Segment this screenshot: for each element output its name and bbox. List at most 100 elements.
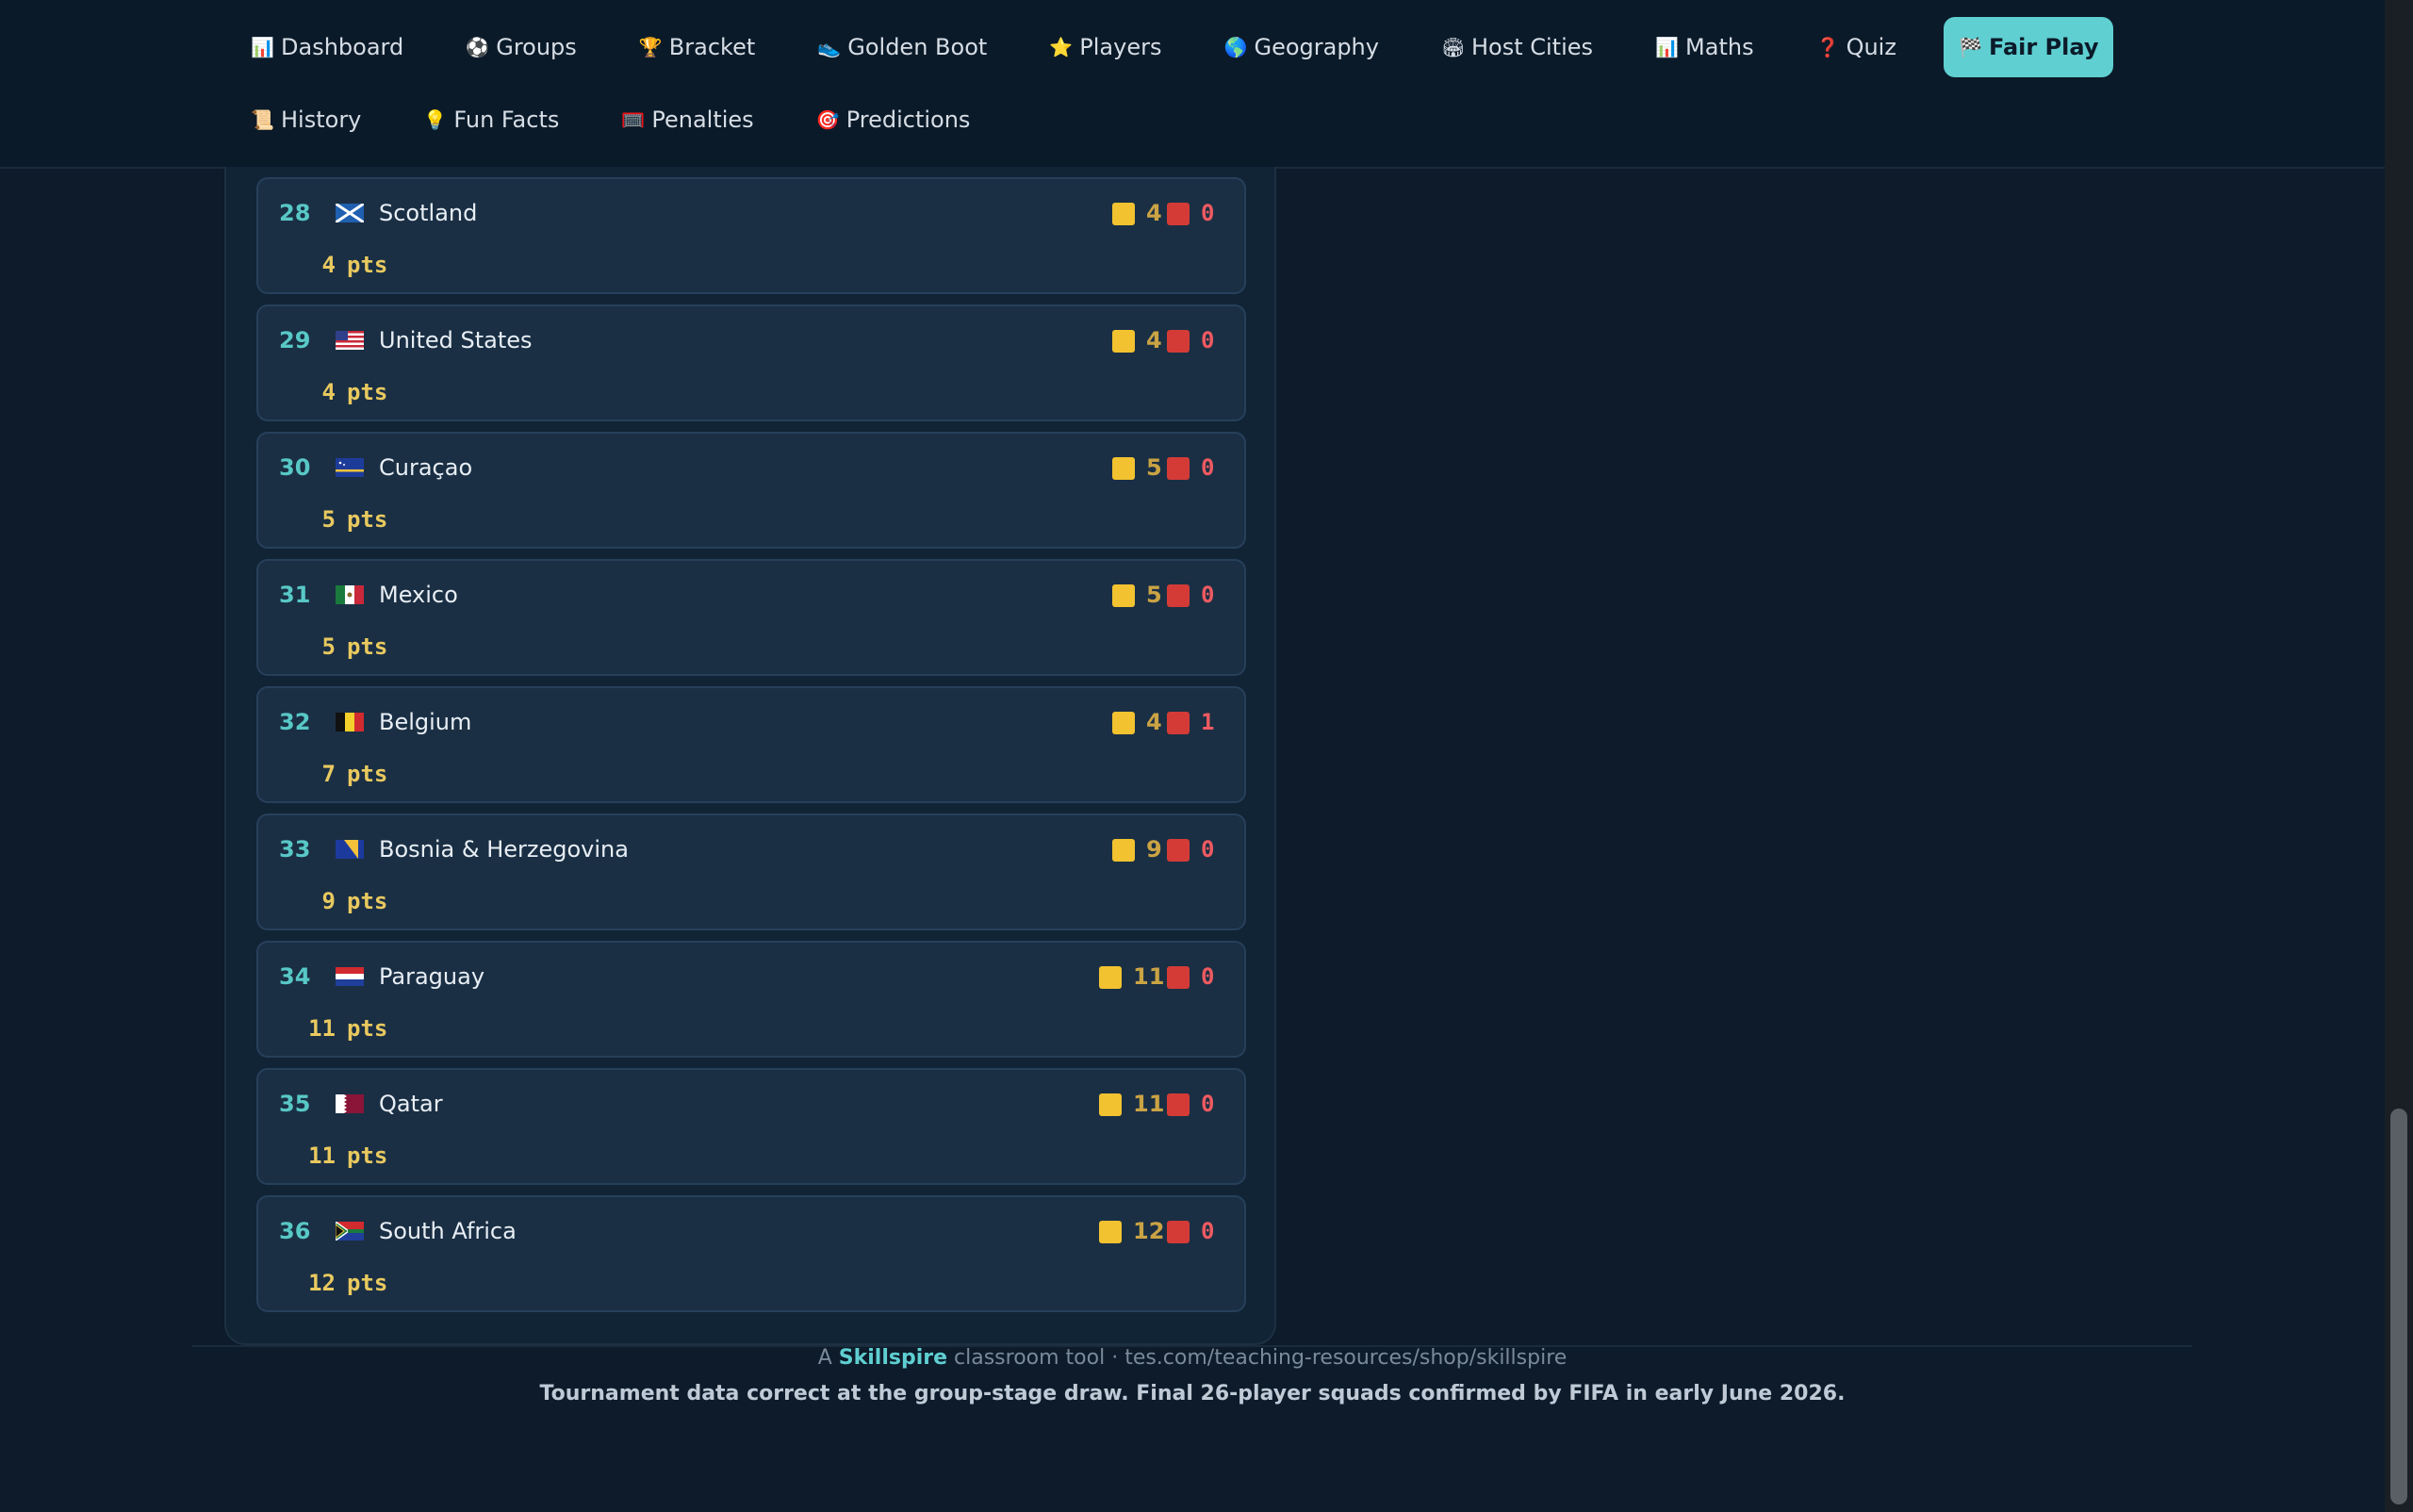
rank: 29 xyxy=(279,327,311,353)
tab-bracket[interactable]: 🏆 Bracket xyxy=(624,17,770,77)
team-name: Qatar xyxy=(379,1091,443,1117)
tab-players[interactable]: ⭐ Players xyxy=(1034,17,1176,77)
yellow-card-icon xyxy=(1112,330,1135,353)
tab-groups[interactable]: ⚽ Groups xyxy=(451,17,592,77)
team-row: 33 Bosnia & Herzegovina 9 0 9 pts xyxy=(256,814,1246,930)
rank: 28 xyxy=(279,200,311,226)
yellow-card-icon xyxy=(1112,712,1135,734)
yellow-card-count: 4 xyxy=(1146,200,1162,226)
question-icon: ❓ xyxy=(1815,36,1840,58)
fair-play-points: 4 xyxy=(321,379,336,405)
fair-play-points: 9 xyxy=(321,888,336,914)
flag-icon xyxy=(335,1220,364,1242)
red-card-count: 0 xyxy=(1201,1091,1215,1117)
yellow-card-icon xyxy=(1099,1221,1122,1243)
page-scrollbar[interactable] xyxy=(2385,0,2413,1512)
flag-icon xyxy=(336,458,364,477)
tab-history[interactable]: 📜 History xyxy=(236,90,376,150)
fair-play-points: 7 xyxy=(321,761,336,787)
red-card-icon xyxy=(1167,839,1190,862)
team-row: 31 Mexico 5 0 5 pts xyxy=(256,559,1246,676)
tab-label: Geography xyxy=(1254,34,1379,60)
flag-icon xyxy=(336,1094,364,1113)
flag-icon xyxy=(336,713,364,731)
rank: 34 xyxy=(279,963,311,990)
rank: 32 xyxy=(279,709,311,735)
rank: 36 xyxy=(279,1218,311,1244)
tab-label: Bracket xyxy=(668,34,756,60)
tab-penalties[interactable]: 🥅 Penalties xyxy=(606,90,768,150)
yellow-card-count: 4 xyxy=(1146,327,1162,353)
flag-icon xyxy=(336,331,364,350)
fair-play-points: 11 xyxy=(308,1142,336,1169)
points-label: pts xyxy=(347,506,388,533)
yellow-card-icon xyxy=(1112,457,1135,480)
tab-label: Quiz xyxy=(1846,34,1896,60)
tab-label: Players xyxy=(1079,34,1162,60)
team-row: 28 Scotland 4 0 4 pts xyxy=(256,177,1246,294)
tab-label: Dashboard xyxy=(281,34,404,60)
tab-fair-play[interactable]: 🏁 Fair Play xyxy=(1943,17,2114,77)
tab-dashboard[interactable]: 📊 Dashboard xyxy=(236,17,419,77)
bar-chart-icon: 📊 xyxy=(251,36,274,58)
flag-icon xyxy=(335,202,365,224)
tab-predictions[interactable]: 🎯 Predictions xyxy=(801,90,986,150)
tab-label: Host Cities xyxy=(1470,34,1594,60)
yellow-card-count: 5 xyxy=(1146,582,1162,608)
team-name: Belgium xyxy=(379,709,472,735)
points-label: pts xyxy=(347,1142,388,1169)
brand-link[interactable]: Skillspire xyxy=(839,1346,947,1370)
red-card-count: 0 xyxy=(1201,1218,1215,1244)
nav-row-primary: 📊 Dashboard ⚽ Groups 🏆 Bracket 👟 Golden Boot ⭐ Pl… xyxy=(236,17,2145,77)
yellow-card-count: 11 xyxy=(1133,963,1165,990)
fair-play-points: 5 xyxy=(321,633,336,660)
team-name: Bosnia & Herzegovina xyxy=(379,836,629,863)
lightbulb-icon: 💡 xyxy=(423,108,448,131)
team-row: 32 Belgium 4 1 7 pts xyxy=(256,686,1246,803)
tab-label: Predictions xyxy=(845,107,971,133)
tab-label: Penalties xyxy=(651,107,754,133)
tab-fun-facts[interactable]: 💡 Fun Facts xyxy=(408,90,574,150)
soccer-ball-icon: ⚽ xyxy=(466,36,490,58)
fair-play-points: 4 xyxy=(321,252,336,278)
yellow-card-count: 4 xyxy=(1146,709,1162,735)
yellow-card-count: 12 xyxy=(1133,1218,1165,1244)
team-row: 36 South Africa 12 0 12 pts xyxy=(256,1195,1246,1312)
red-card-icon xyxy=(1167,457,1190,480)
star-icon: ⭐ xyxy=(1049,36,1074,58)
nav-row-secondary: 📜 History 💡 Fun Facts 🥅 Penalties 🎯 Predictions xyxy=(236,90,1017,150)
yellow-card-icon xyxy=(1112,203,1135,225)
tab-label: Golden Boot xyxy=(847,34,988,60)
team-row: 35 Qatar 11 0 11 pts xyxy=(256,1068,1246,1185)
tab-label: Fun Facts xyxy=(453,107,560,133)
fair-play-points: 11 xyxy=(308,1015,336,1042)
team-name: Mexico xyxy=(379,582,458,608)
red-card-icon xyxy=(1167,966,1190,989)
red-card-count: 0 xyxy=(1201,327,1215,353)
fair-play-table: 28 Scotland 4 0 4 pts 29 United States 4 0 4 pts 30 C… xyxy=(224,167,1276,1345)
red-card-count: 0 xyxy=(1201,200,1215,226)
red-card-icon xyxy=(1167,330,1190,353)
tab-geography[interactable]: 🌎 Geography xyxy=(1208,17,1394,77)
yellow-card-count: 9 xyxy=(1146,836,1162,863)
yellow-card-icon xyxy=(1112,584,1135,607)
team-row: 34 Paraguay 11 0 11 pts xyxy=(256,941,1246,1058)
rank: 33 xyxy=(279,836,311,863)
trophy-icon: 🏆 xyxy=(638,36,663,58)
red-card-count: 1 xyxy=(1201,709,1215,735)
points-label: pts xyxy=(347,252,388,278)
tab-golden-boot[interactable]: 👟 Golden Boot xyxy=(802,17,1002,77)
rank: 30 xyxy=(279,454,311,481)
rank: 31 xyxy=(279,582,311,608)
scrollbar-thumb[interactable] xyxy=(2390,1109,2407,1504)
footer-credit: A Skillspire classroom tool · tes.com/te… xyxy=(0,1346,2385,1370)
tab-host-cities[interactable]: 🏟 Host Cities xyxy=(1426,17,1608,77)
points-label: pts xyxy=(347,1015,388,1042)
tab-label: Fair Play xyxy=(1988,34,2099,60)
points-label: pts xyxy=(347,761,388,787)
flag-icon xyxy=(336,967,364,986)
tab-quiz[interactable]: ❓ Quiz xyxy=(1801,17,1912,77)
tab-maths[interactable]: 📊 Maths xyxy=(1640,17,1769,77)
red-card-icon xyxy=(1167,584,1190,607)
red-card-count: 0 xyxy=(1201,836,1215,863)
